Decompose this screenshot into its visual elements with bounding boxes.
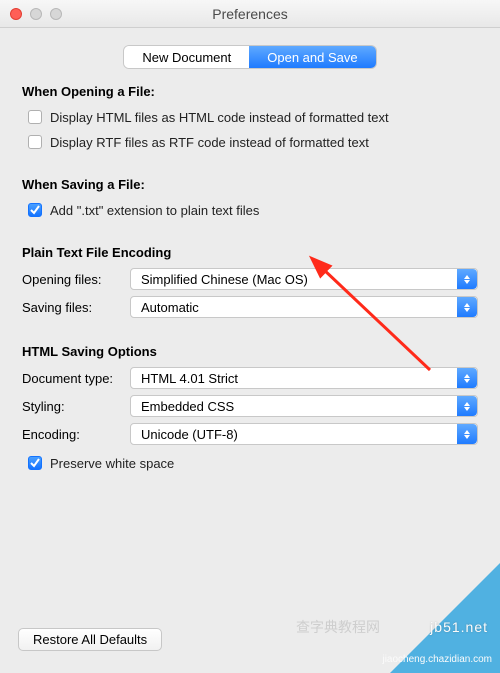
display-rtf-checkbox-row[interactable]: Display RTF files as RTF code instead of… <box>28 132 478 152</box>
tab-bar: New Document Open and Save <box>22 46 478 68</box>
window-title: Preferences <box>0 6 500 22</box>
watermark: 查字典教程网 jb51.net jiaocheng.chazidian.com <box>250 583 500 673</box>
updown-icon <box>457 368 477 388</box>
updown-icon <box>457 297 477 317</box>
saving-files-label: Saving files: <box>22 300 130 315</box>
watermark-cn-text: 查字典教程网 <box>296 617 380 637</box>
display-rtf-label: Display RTF files as RTF code instead of… <box>50 135 369 150</box>
tab-new-document[interactable]: New Document <box>124 46 249 68</box>
add-txt-label: Add ".txt" extension to plain text files <box>50 203 259 218</box>
updown-icon <box>457 269 477 289</box>
opening-files-label: Opening files: <box>22 272 130 287</box>
saving-files-value: Automatic <box>141 300 199 315</box>
section-html-title: HTML Saving Options <box>22 344 478 359</box>
checkbox-checked-icon[interactable] <box>28 203 42 217</box>
encoding-value: Unicode (UTF-8) <box>141 427 238 442</box>
doc-type-dropdown[interactable]: HTML 4.01 Strict <box>130 367 478 389</box>
section-encoding-title: Plain Text File Encoding <box>22 245 478 260</box>
titlebar: Preferences <box>0 0 500 28</box>
saving-files-dropdown[interactable]: Automatic <box>130 296 478 318</box>
checkbox-unchecked-icon[interactable] <box>28 110 42 124</box>
section-opening-title: When Opening a File: <box>22 84 478 99</box>
encoding-dropdown[interactable]: Unicode (UTF-8) <box>130 423 478 445</box>
tab-open-and-save[interactable]: Open and Save <box>249 46 375 68</box>
content-area: New Document Open and Save When Opening … <box>0 28 500 673</box>
doc-type-label: Document type: <box>22 371 130 386</box>
preserve-whitespace-label: Preserve white space <box>50 456 174 471</box>
styling-dropdown[interactable]: Embedded CSS <box>130 395 478 417</box>
doc-type-value: HTML 4.01 Strict <box>141 371 238 386</box>
watermark-site2: jiaocheng.chazidian.com <box>382 654 492 665</box>
section-saving-title: When Saving a File: <box>22 177 478 192</box>
checkbox-checked-icon[interactable] <box>28 456 42 470</box>
updown-icon <box>457 396 477 416</box>
restore-defaults-button[interactable]: Restore All Defaults <box>18 628 162 651</box>
styling-label: Styling: <box>22 399 130 414</box>
preserve-whitespace-row[interactable]: Preserve white space <box>28 453 478 473</box>
watermark-site1: jb51.net <box>430 619 488 635</box>
updown-icon <box>457 424 477 444</box>
display-html-label: Display HTML files as HTML code instead … <box>50 110 389 125</box>
display-html-checkbox-row[interactable]: Display HTML files as HTML code instead … <box>28 107 478 127</box>
add-txt-checkbox-row[interactable]: Add ".txt" extension to plain text files <box>28 200 478 220</box>
checkbox-unchecked-icon[interactable] <box>28 135 42 149</box>
opening-files-dropdown[interactable]: Simplified Chinese (Mac OS) <box>130 268 478 290</box>
styling-value: Embedded CSS <box>141 399 234 414</box>
opening-files-value: Simplified Chinese (Mac OS) <box>141 272 308 287</box>
encoding-label: Encoding: <box>22 427 130 442</box>
